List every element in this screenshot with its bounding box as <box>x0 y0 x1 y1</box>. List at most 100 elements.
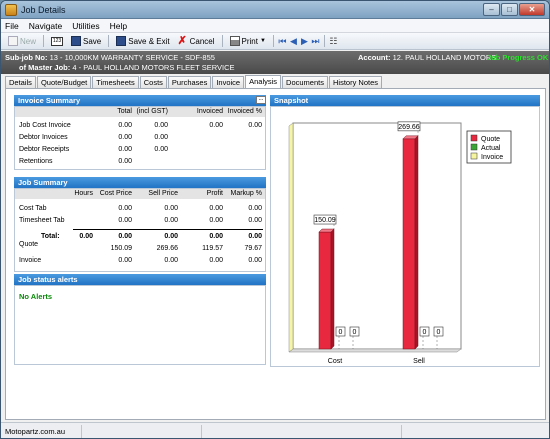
tab-costs[interactable]: Costs <box>139 76 167 88</box>
printer-icon <box>229 36 240 46</box>
bar-side-quote-cost <box>330 228 335 350</box>
legend-swatch-quote <box>470 134 478 142</box>
tab-quote-budget[interactable]: Quote/Budget <box>36 76 92 88</box>
chevron-down-icon: ▼ <box>259 38 266 44</box>
legend-label-invoice: Invoice <box>481 154 503 161</box>
cell-value: 150.09 <box>110 245 132 252</box>
cell-value: 0.00 <box>164 233 178 240</box>
invoice-summary-header: Total (incl GST) Invoiced Invoiced % <box>15 107 265 117</box>
category-label: Sell <box>413 358 425 365</box>
cell-value: 0.00 <box>154 134 168 141</box>
job-header: Sub-job No: 13 - 10,000KM WARRANTY SERVI… <box>1 51 549 74</box>
col-incl-gst: (incl GST) <box>136 108 169 115</box>
account-label: Account: <box>358 53 391 62</box>
last-record-icon[interactable]: ⏭ <box>311 36 320 47</box>
tab-history-notes[interactable]: History Notes <box>328 76 382 88</box>
col-cost-price: Cost Price <box>99 190 132 197</box>
col-profit: Profit <box>206 190 223 197</box>
print-button[interactable]: Print ▼ <box>227 34 269 48</box>
cell-value: 0.00 <box>118 146 132 153</box>
cell-value: 0.00 <box>209 257 223 264</box>
row-label: Job Cost Invoice <box>19 122 71 129</box>
title-bar[interactable]: Job Details – □ ✕ <box>1 1 549 19</box>
row-label: Timesheet Tab <box>19 217 65 224</box>
cell-value: 0.00 <box>118 158 132 165</box>
menu-help[interactable]: Help <box>110 21 127 31</box>
cell-value: 0.00 <box>209 205 223 212</box>
tab-analysis[interactable]: Analysis <box>245 75 282 88</box>
col-markup: Markup % <box>230 190 262 197</box>
total-label: Total: <box>41 233 60 240</box>
calculator-button[interactable]: 123 <box>48 34 66 48</box>
bar-quote-cost <box>318 231 332 350</box>
row-label: Retentions <box>19 158 53 165</box>
legend-swatch-actual <box>470 143 478 151</box>
cell-value: 0.00 <box>248 217 262 224</box>
data-label: 269.66 <box>398 124 420 131</box>
plot-wall <box>288 122 294 353</box>
cell-value: 0.00 <box>118 122 132 129</box>
cell-value: 0.00 <box>118 257 132 264</box>
close-button[interactable]: ✕ <box>519 3 545 16</box>
next-record-icon[interactable]: ▶ <box>300 36 309 47</box>
bar-quote-sell <box>402 138 416 350</box>
menu-bar: File Navigate Utilities Help <box>1 19 549 33</box>
cell-value: 0.00 <box>164 217 178 224</box>
alerts-text: No Alerts <box>19 292 53 301</box>
cell-value: 0.00 <box>118 134 132 141</box>
cell-value: 0.00 <box>248 257 262 264</box>
cell-value: 0.00 <box>79 233 93 240</box>
cell-value: 0.00 <box>248 233 262 240</box>
menu-file[interactable]: File <box>5 21 19 31</box>
previous-record-icon[interactable]: ◀ <box>289 36 298 47</box>
new-button[interactable]: New <box>5 34 39 48</box>
plot-area <box>292 122 462 350</box>
snapshot-title: Snapshot <box>270 95 540 106</box>
tab-details[interactable]: Details <box>5 76 36 88</box>
plot-floor <box>288 348 462 353</box>
hierarchy-icon[interactable]: ☷ <box>329 36 338 47</box>
data-label: 150.09 <box>314 217 336 224</box>
minimize-button[interactable]: – <box>483 3 500 16</box>
save-button[interactable]: Save <box>68 34 104 48</box>
tab-invoice[interactable]: Invoice <box>212 76 245 88</box>
job-summary-panel: Hours Cost Price Sell Price Profit Marku… <box>14 188 266 272</box>
cancel-button[interactable]: ✗ Cancel <box>175 34 218 48</box>
data-label: 0 <box>437 329 441 336</box>
cell-value: 0.00 <box>154 122 168 129</box>
row-label: Debtor Invoices <box>19 134 68 141</box>
legend-label-actual: Actual <box>481 145 501 152</box>
cancel-x-icon: ✗ <box>177 35 187 47</box>
cell-value: 0.00 <box>248 205 262 212</box>
col-invoiced: Invoiced <box>196 108 223 115</box>
tab-purchases[interactable]: Purchases <box>167 76 212 88</box>
maximize-button[interactable]: □ <box>501 3 518 16</box>
cell-value: 0.00 <box>118 205 132 212</box>
menu-navigate[interactable]: Navigate <box>29 21 63 31</box>
data-label: 0 <box>423 329 427 336</box>
row-label: Debtor Receipts <box>19 146 70 153</box>
first-record-icon[interactable]: ⏮ <box>278 36 287 47</box>
data-label: 0 <box>339 329 343 336</box>
quote-label: Quote <box>19 241 39 248</box>
job-summary-title: Job Summary <box>14 177 266 188</box>
calculator-icon: 123 <box>51 36 64 46</box>
menu-utilities[interactable]: Utilities <box>72 21 99 31</box>
status-text: Motopartz.com.au <box>5 427 66 436</box>
invoice-summary-title: Invoice Summary <box>14 95 266 106</box>
job-details-window: Job Details – □ ✕ File Navigate Utilitie… <box>0 0 550 439</box>
alerts-title: Job status alerts <box>14 274 266 285</box>
cell-value: 0.00 <box>248 122 262 129</box>
job-status-text: Job Progress OK <box>487 53 549 62</box>
cell-value: 119.57 <box>202 245 223 252</box>
legend-swatch-invoice <box>470 152 478 160</box>
save-exit-button[interactable]: Save & Exit <box>113 34 172 48</box>
cell-value: 0.00 <box>164 257 178 264</box>
invoice-summary-panel: Total (incl GST) Invoiced Invoiced % Job… <box>14 106 266 170</box>
app-icon <box>5 3 17 16</box>
tab-documents[interactable]: Documents <box>282 76 328 88</box>
category-label: Cost <box>328 358 342 365</box>
invoice-summary-options-button[interactable]: ... <box>256 96 266 104</box>
col-invoiced-pct: Invoiced % <box>227 108 262 115</box>
tab-timesheets[interactable]: Timesheets <box>92 76 139 88</box>
